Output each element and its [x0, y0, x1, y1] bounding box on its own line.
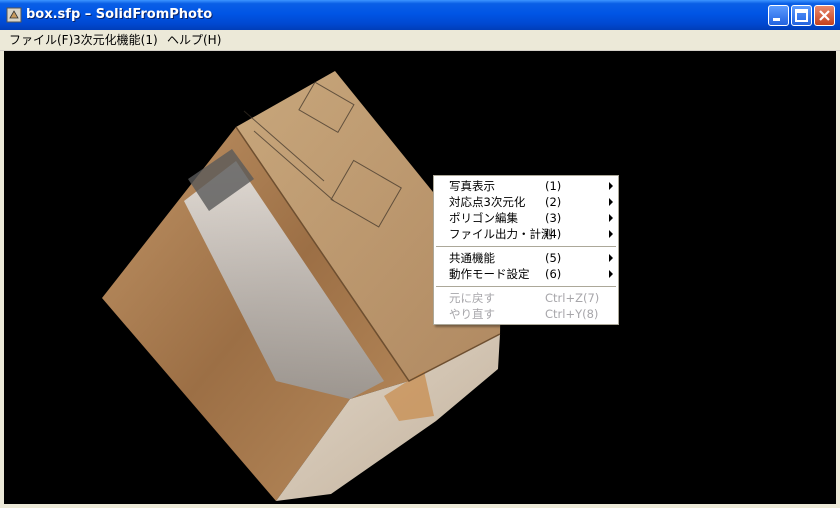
submenu-arrow-icon — [609, 230, 613, 238]
close-icon — [819, 10, 830, 21]
ctx-label: 写真表示 — [449, 179, 495, 193]
submenu-arrow-icon — [609, 214, 613, 222]
3d-viewport[interactable] — [4, 51, 836, 504]
ctx-accel: (5) — [545, 251, 562, 265]
minimize-button[interactable] — [768, 5, 789, 26]
maximize-icon — [795, 9, 808, 22]
context-menu: 写真表示 (1) 対応点3次元化 (2) ポリゴン編集 (3) ファイル出力・計… — [433, 175, 619, 325]
minimize-icon — [773, 18, 780, 21]
submenu-arrow-icon — [609, 182, 613, 190]
ctx-item-file-output[interactable]: ファイル出力・計測 (4) — [434, 226, 618, 242]
ctx-label: 動作モード設定 — [449, 267, 530, 281]
ctx-accel: Ctrl+Z(7) — [545, 291, 600, 305]
ctx-accel: (4) — [545, 227, 562, 241]
menu-separator — [436, 286, 616, 287]
ctx-label: 共通機能 — [449, 251, 495, 265]
window-title: box.sfp – SolidFromPhoto — [26, 7, 213, 22]
menu-help[interactable]: ヘルプ(H) — [167, 32, 221, 48]
submenu-arrow-icon — [609, 198, 613, 206]
submenu-arrow-icon — [609, 254, 613, 262]
menu-bar: ファイル(F) 3次元化機能(1) ヘルプ(H) — [0, 30, 840, 51]
ctx-accel: (6) — [545, 267, 562, 281]
ctx-item-common[interactable]: 共通機能 (5) — [434, 250, 618, 266]
ctx-item-redo[interactable]: やり直す Ctrl+Y(8) — [434, 306, 618, 322]
ctx-accel: (3) — [545, 211, 562, 225]
menu-separator — [436, 246, 616, 247]
ctx-item-mode-settings[interactable]: 動作モード設定 (6) — [434, 266, 618, 282]
ctx-item-point-3d[interactable]: 対応点3次元化 (2) — [434, 194, 618, 210]
ctx-accel: Ctrl+Y(8) — [545, 307, 599, 321]
textured-box-model[interactable] — [4, 51, 836, 504]
ctx-label: 元に戻す — [449, 291, 495, 305]
ctx-item-photo-view[interactable]: 写真表示 (1) — [434, 178, 618, 194]
ctx-accel: (1) — [545, 179, 562, 193]
ctx-label: 対応点3次元化 — [449, 195, 526, 209]
submenu-arrow-icon — [609, 270, 613, 278]
app-window: box.sfp – SolidFromPhoto ファイル(F) 3次元化機能(… — [0, 0, 840, 508]
ctx-accel: (2) — [545, 195, 562, 209]
title-bar[interactable]: box.sfp – SolidFromPhoto — [0, 0, 840, 30]
ctx-item-undo[interactable]: 元に戻す Ctrl+Z(7) — [434, 290, 618, 306]
menu-3d-functions[interactable]: 3次元化機能(1) — [73, 32, 158, 48]
close-button[interactable] — [814, 5, 835, 26]
app-icon[interactable] — [6, 7, 22, 23]
ctx-label: ポリゴン編集 — [449, 211, 518, 225]
ctx-label: やり直す — [449, 307, 495, 321]
menu-file[interactable]: ファイル(F) — [9, 32, 73, 48]
ctx-label: ファイル出力・計測 — [449, 227, 553, 241]
ctx-item-polygon-edit[interactable]: ポリゴン編集 (3) — [434, 210, 618, 226]
maximize-button[interactable] — [791, 5, 812, 26]
